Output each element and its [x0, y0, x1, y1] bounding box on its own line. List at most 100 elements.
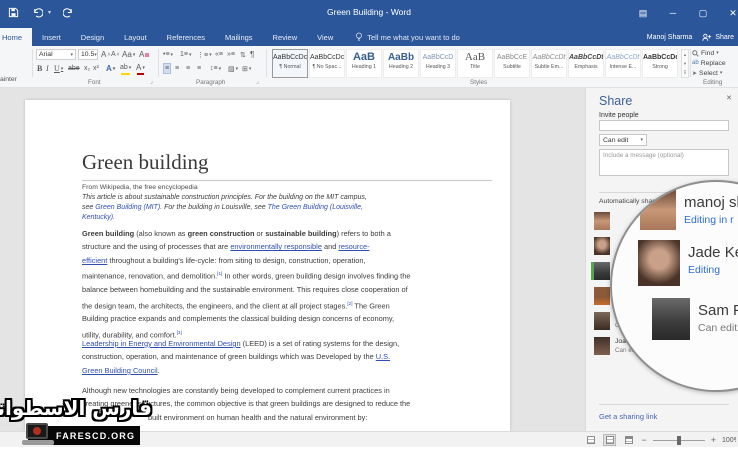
zoom-slider[interactable]	[653, 440, 705, 441]
shading-button[interactable]: ▨▾	[228, 63, 238, 74]
doc-hyperlink[interactable]: resource-	[338, 242, 369, 251]
share-pane-close-icon[interactable]: ✕	[726, 94, 732, 102]
styles-gallery-scrollbar[interactable]: ▴▾⊽	[681, 49, 689, 78]
tab-mailings[interactable]: Mailings	[215, 28, 263, 46]
permission-dropdown[interactable]: Can edit▾	[599, 134, 647, 146]
read-mode-button[interactable]	[584, 434, 597, 446]
sort-button[interactable]: ⇅	[240, 49, 246, 60]
font-size-value: 10.5	[81, 51, 94, 58]
zoom-level[interactable]: 100%	[722, 437, 736, 444]
shrink-font-button[interactable]: A˅	[111, 49, 120, 60]
line-spacing-button[interactable]: ↕≡▾	[210, 63, 221, 74]
styles-gallery: AaBbCcDc¶ NormalAaBbCcDc¶ No Spac...AaBH…	[272, 49, 678, 78]
format-painter-button[interactable]: Format Painter	[0, 76, 72, 83]
document-page[interactable]: Green building From Wikipedia, the free …	[25, 100, 510, 431]
style-preview: AaB	[347, 53, 381, 62]
font-dialog-launcher-icon[interactable]: ⌟	[150, 78, 153, 85]
doc-line: Green Building Council.	[82, 364, 494, 377]
tell-me-box[interactable]: Tell me what you want to do	[343, 28, 460, 46]
superscript-button[interactable]: x²	[93, 63, 99, 74]
doc-line: construction, operation, and maintenance…	[82, 350, 494, 363]
avatar	[652, 298, 690, 340]
bullets-button[interactable]: •≡▾	[163, 49, 173, 60]
highlight-color-button[interactable]: ab▾	[120, 62, 131, 73]
tab-review[interactable]: Review	[263, 28, 308, 46]
style-title[interactable]: AaBTitle	[457, 49, 493, 78]
multilevel-list-button[interactable]: ⋮≡▾	[197, 49, 212, 60]
doc-hyperlink[interactable]: Kentucky)	[82, 214, 113, 221]
subscript-button[interactable]: x₂	[84, 63, 90, 74]
doc-hyperlink[interactable]: Green Building Council	[82, 366, 158, 375]
invite-people-input[interactable]	[599, 120, 729, 131]
doc-hyperlink[interactable]: The Green Building (Louisville,	[268, 204, 363, 211]
get-sharing-link[interactable]: Get a sharing link	[599, 412, 657, 421]
style--normal[interactable]: AaBbCcDc¶ Normal	[272, 49, 308, 78]
clear-formatting-button[interactable]: A	[139, 49, 149, 60]
account-name[interactable]: Manoj Sharma	[647, 34, 693, 41]
document-heading: Green building	[82, 150, 492, 181]
document-subtitle: From Wikipedia, the free encyclopedia	[82, 184, 198, 191]
text-effects-button[interactable]: A▾	[106, 63, 115, 74]
select-button[interactable]: ➤ Select▾	[692, 68, 738, 78]
replace-button[interactable]: ab Replace	[692, 58, 738, 68]
print-layout-button[interactable]	[603, 434, 616, 446]
align-left-button[interactable]: ≡	[163, 63, 171, 74]
tab-home[interactable]: Home	[0, 28, 32, 46]
ribbon: Format Painter Arial▾ 10.5▾ A˄ A˅ Aa▾ A …	[0, 46, 738, 88]
increase-indent-button[interactable]: »≡	[227, 49, 235, 60]
style-strong[interactable]: AaBbCcDcStrong	[642, 49, 678, 78]
style--no-spac-[interactable]: AaBbCcDc¶ No Spac...	[309, 49, 345, 78]
paragraph-dialog-launcher-icon[interactable]: ⌟	[256, 78, 259, 85]
style-emphasis[interactable]: AaBbCcDtEmphasis	[568, 49, 604, 78]
doc-line: Building practice expands and complement…	[82, 312, 494, 325]
doc-hyperlink[interactable]: Leadership in Energy and Environmental D…	[82, 339, 241, 348]
tab-view[interactable]: View	[307, 28, 343, 46]
tab-layout[interactable]: Layout	[114, 28, 157, 46]
italic-button[interactable]: I	[46, 63, 49, 74]
doc-hyperlink[interactable]: environmentally responsible	[230, 242, 322, 251]
bold-button[interactable]: B	[37, 63, 42, 74]
style-name: Strong	[643, 64, 677, 70]
font-size-dropdown[interactable]: 10.5▾	[78, 49, 98, 60]
doc-hyperlink[interactable]: efficient	[82, 256, 107, 265]
share-button[interactable]: Share	[702, 33, 734, 42]
watermark-laptop-icon	[22, 423, 54, 447]
zoom-slider-thumb[interactable]	[677, 436, 681, 445]
numbering-button[interactable]: 1≡▾	[180, 49, 192, 60]
change-case-button[interactable]: Aa▾	[122, 49, 135, 60]
style-heading-1[interactable]: AaBHeading 1	[346, 49, 382, 78]
style-subtle-em-[interactable]: AaBbCcDtSubtle Em...	[531, 49, 567, 78]
tab-insert[interactable]: Insert	[32, 28, 71, 46]
style-heading-3[interactable]: AaBbCcDHeading 3	[420, 49, 456, 78]
tab-design[interactable]: Design	[71, 28, 114, 46]
font-color-button[interactable]: A▾	[136, 62, 145, 73]
ribbon-display-options-icon[interactable]: ▤	[628, 0, 658, 26]
message-textarea[interactable]	[599, 149, 729, 176]
decrease-indent-button[interactable]: «≡	[215, 49, 223, 60]
align-right-button[interactable]: ≡	[186, 63, 190, 74]
maximize-icon[interactable]: ▢	[688, 0, 718, 26]
zoom-in-button[interactable]: +	[711, 435, 716, 445]
show-hide-paragraph-button[interactable]: ¶	[250, 49, 254, 60]
doc-hyperlink[interactable]: Green Building (MIT)	[95, 204, 160, 211]
borders-button[interactable]: ⊞▾	[242, 63, 251, 74]
watermark-arabic-text: فارس الاسطوانات	[2, 396, 152, 420]
style-heading-2[interactable]: AaBbHeading 2	[383, 49, 419, 78]
font-name-dropdown[interactable]: Arial▾	[36, 49, 76, 60]
web-layout-button[interactable]	[622, 434, 635, 446]
grow-font-button[interactable]: A˄	[101, 49, 110, 60]
strikethrough-button[interactable]: abe	[68, 63, 80, 74]
doc-line: Leadership in Energy and Environmental D…	[82, 337, 494, 350]
find-button[interactable]: Find▾	[692, 48, 738, 58]
doc-hyperlink[interactable]: U.S.	[376, 352, 390, 361]
close-icon[interactable]: ✕	[718, 0, 738, 26]
minimize-icon[interactable]: ─	[658, 0, 688, 26]
style-preview: AaBbCcDt	[606, 53, 640, 62]
style-intense-e-[interactable]: AaBbCcDtIntense E...	[605, 49, 641, 78]
style-subtitle[interactable]: AaBbCcESubtitle	[494, 49, 530, 78]
justify-button[interactable]: ≡	[197, 63, 201, 74]
align-center-button[interactable]: ≡	[175, 63, 179, 74]
tab-references[interactable]: References	[157, 28, 215, 46]
underline-button[interactable]: U▾	[54, 63, 63, 74]
zoom-out-button[interactable]: −	[641, 435, 646, 445]
